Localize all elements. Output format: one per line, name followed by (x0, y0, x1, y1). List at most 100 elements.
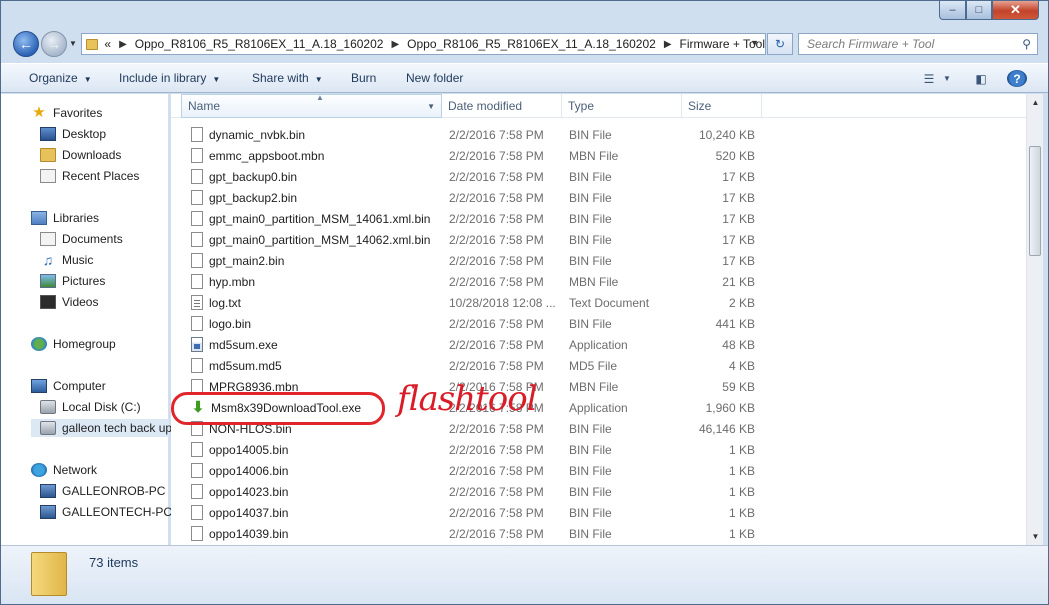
file-name-cell[interactable]: md5sum.exe (191, 334, 278, 355)
burn-button[interactable]: Burn (351, 71, 376, 85)
file-icon (191, 274, 203, 289)
file-name-cell[interactable]: emmc_appsboot.mbn (191, 145, 324, 166)
scroll-up-icon[interactable]: ▲ (1027, 94, 1044, 111)
file-row[interactable]: logo.bin 2/2/2016 7:58 PM BIN File 441 KB (171, 313, 1026, 334)
file-name-cell[interactable]: oppo14005.bin (191, 439, 288, 460)
file-row[interactable]: gpt_backup0.bin 2/2/2016 7:58 PM BIN File 1… (171, 166, 1026, 187)
share-with-button[interactable]: Share with ▼ (252, 71, 323, 85)
nav-pc-galleonrob[interactable]: GALLEONROB-PC (40, 482, 165, 500)
recent-pages-dropdown-icon[interactable]: ▼ (69, 39, 77, 48)
file-icon (191, 190, 203, 205)
libraries-icon (31, 211, 47, 225)
address-overflow-chevron[interactable]: « (104, 37, 111, 51)
breadcrumb-item[interactable]: Oppo_R8106_R5_R8106EX_11_A.18_160202 (407, 37, 656, 51)
file-name-cell[interactable]: md5sum.md5 (191, 355, 282, 376)
desktop-icon (40, 127, 56, 141)
minimize-button[interactable]: – (939, 1, 966, 20)
file-row[interactable]: gpt_main0_partition_MSM_14061.xml.bin 2/2… (171, 208, 1026, 229)
file-row[interactable]: gpt_backup2.bin 2/2/2016 7:58 PM BIN File 1… (171, 187, 1026, 208)
new-folder-button[interactable]: New folder (406, 71, 463, 85)
help-icon[interactable]: ? (1007, 70, 1027, 87)
file-row[interactable]: md5sum.exe 2/2/2016 7:58 PM Application 48 … (171, 334, 1026, 355)
file-name-cell[interactable]: hyp.mbn (191, 271, 255, 292)
address-dropdown-icon[interactable]: ▼ (750, 38, 759, 48)
file-size: 441 KB (715, 316, 755, 331)
file-name-cell[interactable]: oppo14023.bin (191, 481, 288, 502)
breadcrumb-item[interactable]: Oppo_R8106_R5_R8106EX_11_A.18_160202 (135, 37, 384, 51)
column-header-name[interactable]: Name ▲ ▼ (181, 94, 442, 118)
nav-network[interactable]: Network (31, 461, 97, 479)
file-name-cell[interactable]: gpt_backup2.bin (191, 187, 297, 208)
file-name-cell[interactable]: oppo14037.bin (191, 502, 288, 523)
folder-icon (31, 552, 67, 596)
column-header-size[interactable]: Size (682, 94, 762, 118)
nav-desktop[interactable]: Desktop (40, 125, 106, 143)
file-name-cell[interactable]: logo.bin (191, 313, 251, 334)
nav-videos[interactable]: Videos (40, 293, 98, 311)
file-name-cell[interactable]: log.txt (191, 292, 241, 313)
nav-label: Computer (53, 379, 106, 393)
view-options-dropdown-icon[interactable]: ▼ (941, 70, 953, 87)
file-row[interactable]: oppo14039.bin 2/2/2016 7:58 PM BIN File 1 K… (171, 523, 1026, 544)
change-view-icon[interactable]: ☰ (919, 70, 939, 87)
file-row[interactable]: hyp.mbn 2/2/2016 7:58 PM MBN File 21 KB (171, 271, 1026, 292)
file-name-cell[interactable]: oppo14006.bin (191, 460, 288, 481)
nav-local-disk[interactable]: Local Disk (C:) (40, 398, 141, 416)
file-row[interactable]: log.txt 10/28/2018 12:08 ... Text Document… (171, 292, 1026, 313)
file-size: 17 KB (722, 253, 755, 268)
file-row[interactable]: gpt_main2.bin 2/2/2016 7:58 PM BIN File 17 … (171, 250, 1026, 271)
search-icon[interactable]: ⚲ (1022, 37, 1031, 51)
nav-recent-places[interactable]: Recent Places (40, 167, 139, 185)
column-header-date[interactable]: Date modified (442, 94, 562, 118)
nav-documents[interactable]: Documents (40, 230, 123, 248)
file-name-cell[interactable]: gpt_main0_partition_MSM_14061.xml.bin (191, 208, 430, 229)
file-icon (191, 484, 203, 499)
nav-pictures[interactable]: Pictures (40, 272, 105, 290)
back-button[interactable]: ← (13, 31, 39, 57)
search-box[interactable]: Search Firmware + Tool ⚲ (798, 33, 1038, 55)
nav-favorites[interactable]: ★ Favorites (31, 104, 102, 122)
organize-button[interactable]: Organize ▼ (29, 71, 92, 85)
file-name-cell[interactable]: gpt_main0_partition_MSM_14062.xml.bin (191, 229, 430, 250)
file-row[interactable]: gpt_main0_partition_MSM_14062.xml.bin 2/2… (171, 229, 1026, 250)
forward-button[interactable]: → (41, 31, 67, 57)
item-count: 73 items (89, 555, 139, 570)
close-button[interactable]: ✕ (992, 1, 1039, 20)
file-type: Text Document (569, 295, 650, 310)
address-bar[interactable]: « ▶ Oppo_R8106_R5_R8106EX_11_A.18_160202… (81, 33, 766, 55)
preview-pane-icon[interactable]: ◧ (971, 70, 991, 87)
chevron-down-icon: ▼ (314, 75, 323, 84)
file-name-cell[interactable]: oppo14039.bin (191, 523, 288, 544)
file-row[interactable]: oppo14023.bin 2/2/2016 7:58 PM BIN File 1 K… (171, 481, 1026, 502)
nav-galleon-drive[interactable]: galleon tech back up (31, 419, 172, 437)
file-row[interactable]: md5sum.md5 2/2/2016 7:58 PM MD5 File 4 KB (171, 355, 1026, 376)
nav-libraries[interactable]: Libraries (31, 209, 99, 227)
file-name: md5sum.exe (209, 337, 278, 352)
file-name-cell[interactable]: gpt_main2.bin (191, 250, 284, 271)
include-in-library-button[interactable]: Include in library ▼ (119, 71, 220, 85)
file-name-cell[interactable]: dynamic_nvbk.bin (191, 124, 305, 145)
file-date: 2/2/2016 7:58 PM (449, 274, 544, 289)
chevron-down-icon[interactable]: ▼ (427, 102, 435, 111)
maximize-button[interactable]: □ (966, 1, 992, 20)
column-header-type[interactable]: Type (562, 94, 682, 118)
nav-downloads[interactable]: Downloads (40, 146, 121, 164)
file-row[interactable]: dynamic_nvbk.bin 2/2/2016 7:58 PM BIN File… (171, 124, 1026, 145)
vertical-scrollbar[interactable]: ▲ ▼ (1026, 94, 1043, 545)
file-size: 21 KB (722, 274, 755, 289)
file-date: 2/2/2016 7:58 PM (449, 169, 544, 184)
scrollbar-thumb[interactable] (1029, 146, 1041, 256)
file-row[interactable]: emmc_appsboot.mbn 2/2/2016 7:58 PM MBN Fil… (171, 145, 1026, 166)
file-type: BIN File (569, 253, 612, 268)
nav-computer[interactable]: Computer (31, 377, 106, 395)
refresh-button[interactable]: ↻ (767, 33, 793, 55)
scroll-down-icon[interactable]: ▼ (1027, 528, 1044, 545)
file-date: 2/2/2016 7:58 PM (449, 505, 544, 520)
nav-pc-galleontech[interactable]: GALLEONTECH-PC (40, 503, 172, 521)
file-row[interactable]: oppo14037.bin 2/2/2016 7:58 PM BIN File 1 K… (171, 502, 1026, 523)
file-name-cell[interactable]: gpt_backup0.bin (191, 166, 297, 187)
file-row[interactable]: oppo14006.bin 2/2/2016 7:58 PM BIN File 1 K… (171, 460, 1026, 481)
file-row[interactable]: oppo14005.bin 2/2/2016 7:58 PM BIN File 1 K… (171, 439, 1026, 460)
nav-music[interactable]: ♫ Music (40, 251, 94, 269)
nav-homegroup[interactable]: Homegroup (31, 335, 116, 353)
